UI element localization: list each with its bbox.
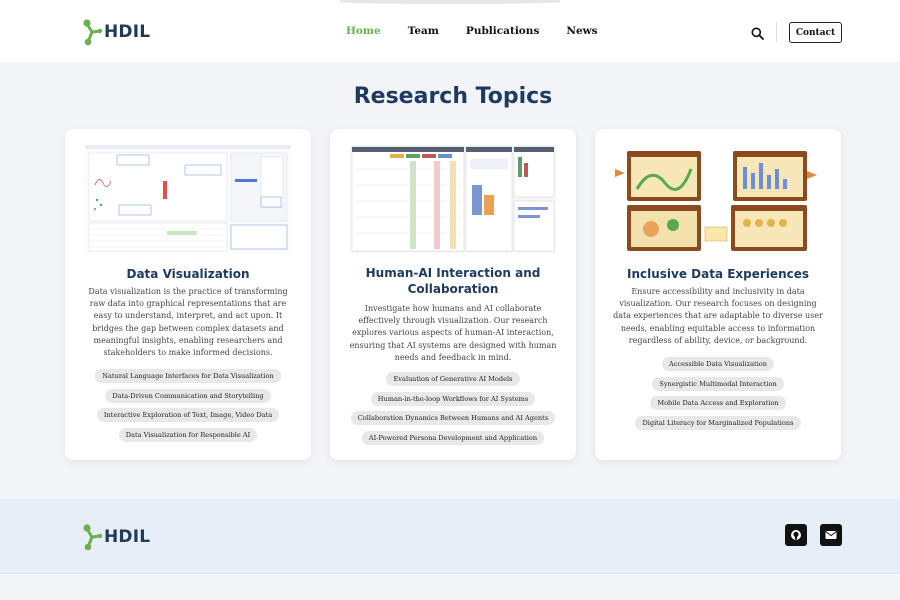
site-header: HDIL Home Team Publications News Contact <box>0 0 900 62</box>
mail-icon <box>825 531 837 539</box>
footer-brand-name: HDIL <box>104 527 151 547</box>
tag-list: Natural Language Interfaces for Data Vis… <box>73 369 303 447</box>
topic-tag[interactable]: Data Visualization for Responsible AI <box>118 427 258 442</box>
topic-tag[interactable]: Evaluation of Generative AI Models <box>386 372 520 386</box>
contact-button[interactable]: Contact <box>789 22 842 43</box>
footer-logo[interactable]: HDIL <box>82 523 150 551</box>
main-nav: Home Team Publications News <box>346 25 625 37</box>
inclusive-data-screenshot <box>615 145 821 253</box>
data-visualization-screenshot <box>85 145 291 253</box>
topic-tag[interactable]: AI-Powered Persona Development and Appli… <box>361 430 545 445</box>
card-title: Human-AI Interaction and Collaboration <box>365 266 541 296</box>
molecule-logo-icon <box>83 19 102 46</box>
card-description: Ensure accessibility and inclusivity in … <box>613 287 823 345</box>
card-description: Data visualization is the practice of tr… <box>88 287 288 358</box>
header-decoration <box>340 0 560 4</box>
topic-tag[interactable]: Digital Literacy for Marginalized Popula… <box>635 415 801 430</box>
topic-tag[interactable]: Natural Language Interfaces for Data Vis… <box>95 369 281 383</box>
site-logo[interactable]: HDIL <box>82 18 150 46</box>
site-footer: HDIL <box>0 499 900 573</box>
tag-list: Accessible Data Visualization Synergisti… <box>603 357 833 435</box>
research-card-inclusive: Inclusive Data Experiences Ensure access… <box>595 129 841 460</box>
research-card-human-ai: Human-AI Interaction and Collaboration I… <box>330 129 576 460</box>
page-title: Research Topics <box>353 84 553 109</box>
topic-tag[interactable]: Data-Driven Communication and Storytelli… <box>105 388 271 403</box>
topic-tag[interactable]: Accessible Data Visualization <box>661 357 775 371</box>
search-icon <box>751 27 764 40</box>
topic-tag[interactable]: Human-in-the-loop Workflows for AI Syste… <box>370 391 536 406</box>
card-title: Data Visualization <box>126 267 250 281</box>
human-ai-screenshot <box>350 145 556 253</box>
tag-list: Evaluation of Generative AI Models Human… <box>338 372 568 450</box>
topic-tag[interactable]: Interactive Exploration of Text, Image, … <box>96 408 280 422</box>
search-button[interactable] <box>751 25 764 44</box>
molecule-logo-icon <box>83 524 102 551</box>
header-divider <box>776 22 777 42</box>
nav-team[interactable]: Team <box>408 25 439 37</box>
card-title: Inclusive Data Experiences <box>626 267 809 281</box>
topic-tag[interactable]: Mobile Data Access and Exploration <box>650 396 786 410</box>
card-description: Investigate how humans and AI collaborat… <box>349 304 557 362</box>
nav-home[interactable]: Home <box>346 25 381 37</box>
nav-news[interactable]: News <box>566 25 597 37</box>
footer-bottom-strip <box>0 573 900 600</box>
topic-tag[interactable]: Synergistic Multimodal Interaction <box>652 376 784 391</box>
nav-publications[interactable]: Publications <box>466 25 539 37</box>
email-link[interactable] <box>820 524 842 546</box>
github-link[interactable] <box>785 524 807 546</box>
topic-tag[interactable]: Collaboration Dynamics Between Humans an… <box>350 411 556 425</box>
research-card-data-visualization: Data Visualization Data visualization is… <box>65 129 311 460</box>
brand-name: HDIL <box>104 22 151 42</box>
github-icon <box>791 530 801 540</box>
